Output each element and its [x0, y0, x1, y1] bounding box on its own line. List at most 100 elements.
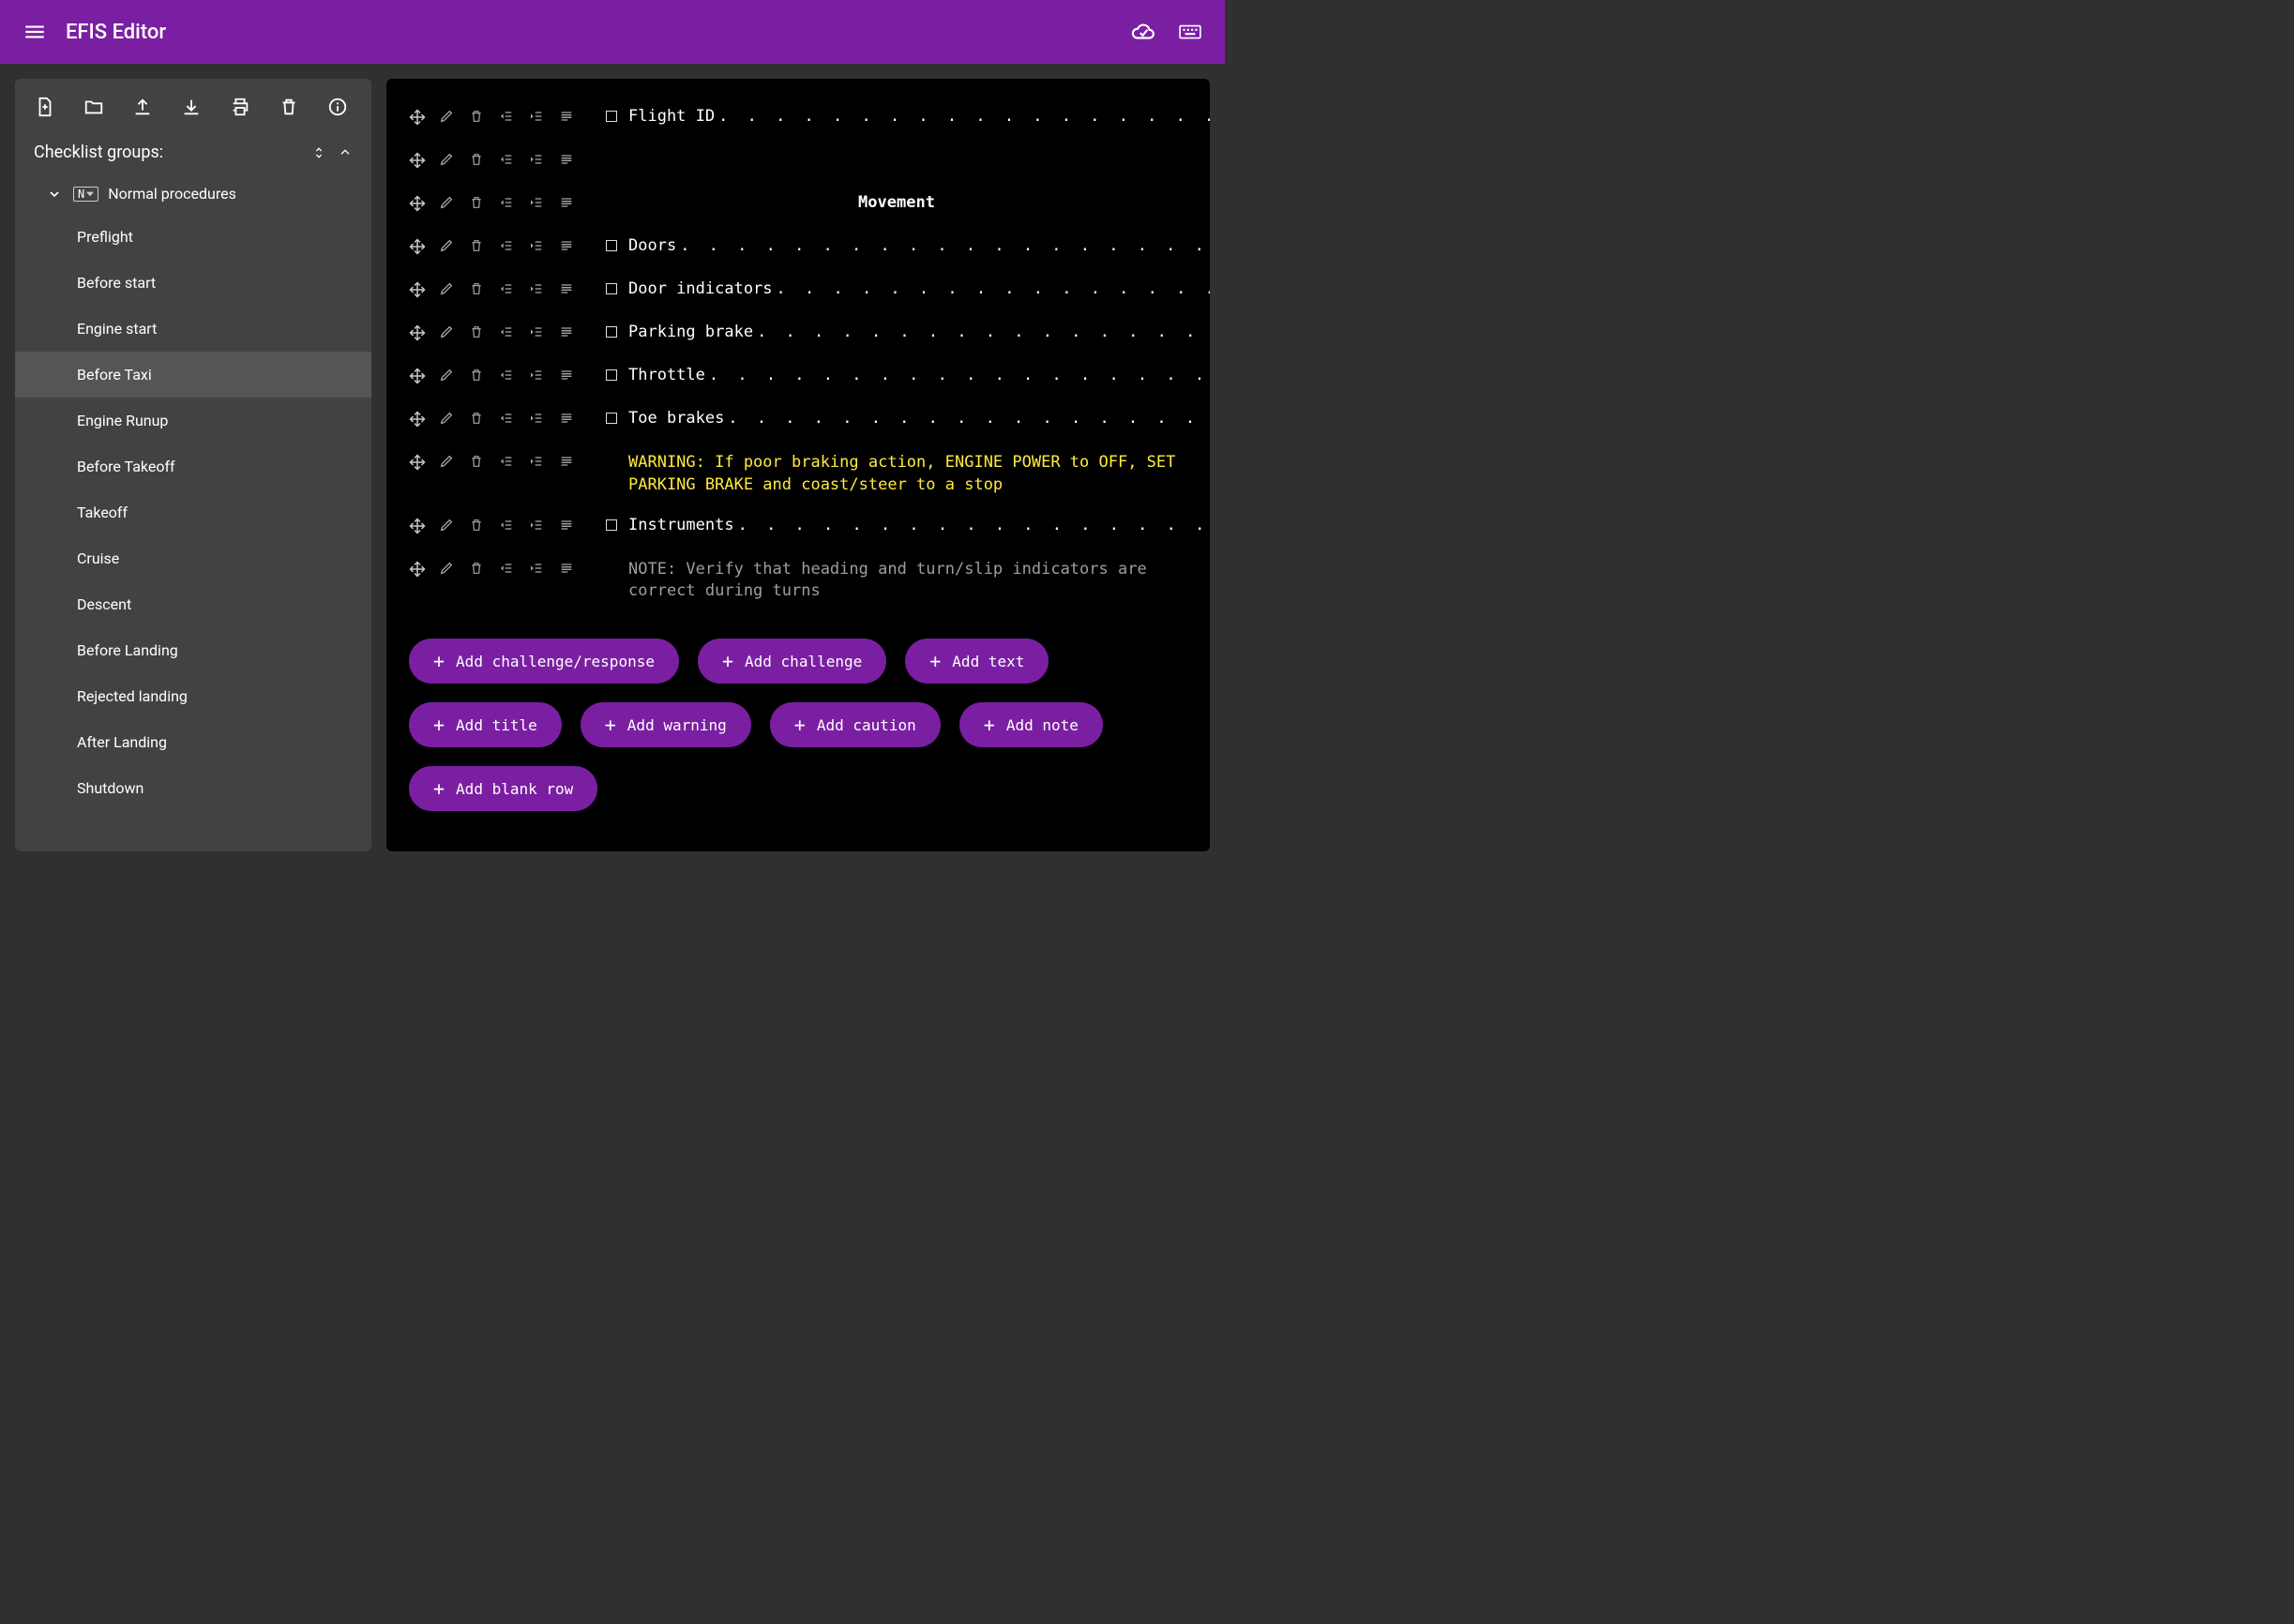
move-icon[interactable] — [409, 238, 426, 255]
sidebar-item[interactable]: Preflight — [15, 214, 371, 260]
indent-icon[interactable] — [529, 109, 546, 126]
new-file-icon[interactable] — [34, 96, 56, 118]
align-icon[interactable] — [559, 324, 576, 341]
delete-icon[interactable] — [469, 561, 486, 578]
add-note-button[interactable]: +Add note — [959, 702, 1103, 747]
edit-icon[interactable] — [439, 561, 456, 578]
move-icon[interactable] — [409, 518, 426, 534]
indent-icon[interactable] — [529, 152, 546, 169]
indent-icon[interactable] — [529, 368, 546, 384]
move-icon[interactable] — [409, 411, 426, 428]
move-icon[interactable] — [409, 281, 426, 298]
outdent-icon[interactable] — [499, 109, 516, 126]
outdent-icon[interactable] — [499, 238, 516, 255]
edit-icon[interactable] — [439, 238, 456, 255]
sidebar-item[interactable]: Engine start — [15, 306, 371, 352]
align-icon[interactable] — [559, 368, 576, 384]
sidebar-item[interactable]: Before start — [15, 260, 371, 306]
checkbox-icon[interactable] — [606, 413, 617, 424]
sidebar-item[interactable]: Before Landing — [15, 627, 371, 673]
align-icon[interactable] — [559, 454, 576, 471]
indent-icon[interactable] — [529, 561, 546, 578]
edit-icon[interactable] — [439, 368, 456, 384]
edit-icon[interactable] — [439, 109, 456, 126]
edit-icon[interactable] — [439, 454, 456, 471]
add-title-button[interactable]: +Add title — [409, 702, 562, 747]
checkbox-icon[interactable] — [606, 240, 617, 251]
outdent-icon[interactable] — [499, 561, 516, 578]
indent-icon[interactable] — [529, 324, 546, 341]
add-warning-button[interactable]: +Add warning — [581, 702, 751, 747]
checkbox-icon[interactable] — [606, 369, 617, 381]
indent-icon[interactable] — [529, 238, 546, 255]
align-icon[interactable] — [559, 281, 576, 298]
move-icon[interactable] — [409, 152, 426, 169]
checkbox-icon[interactable] — [606, 519, 617, 531]
keyboard-icon[interactable] — [1178, 20, 1202, 44]
edit-icon[interactable] — [439, 195, 456, 212]
align-icon[interactable] — [559, 152, 576, 169]
info-icon[interactable] — [326, 96, 349, 118]
align-icon[interactable] — [559, 109, 576, 126]
add-challenge-response-button[interactable]: +Add challenge/response — [409, 639, 679, 684]
open-folder-icon[interactable] — [83, 96, 105, 118]
delete-icon[interactable] — [469, 368, 486, 384]
sidebar-item[interactable]: Takeoff — [15, 489, 371, 535]
move-icon[interactable] — [409, 368, 426, 384]
sidebar-item[interactable]: After Landing — [15, 719, 371, 765]
indent-icon[interactable] — [529, 281, 546, 298]
outdent-icon[interactable] — [499, 324, 516, 341]
collapse-icon[interactable] — [338, 145, 353, 160]
align-icon[interactable] — [559, 195, 576, 212]
delete-icon[interactable] — [469, 238, 486, 255]
delete-icon[interactable] — [469, 411, 486, 428]
outdent-icon[interactable] — [499, 368, 516, 384]
sidebar-item[interactable]: Before Taxi — [15, 352, 371, 398]
delete-icon[interactable] — [469, 454, 486, 471]
move-icon[interactable] — [409, 195, 426, 212]
delete-icon[interactable] — [469, 324, 486, 341]
move-icon[interactable] — [409, 454, 426, 471]
sidebar-item[interactable]: Rejected landing — [15, 673, 371, 719]
sidebar-item[interactable]: Engine Runup — [15, 398, 371, 444]
upload-icon[interactable] — [131, 96, 154, 118]
indent-icon[interactable] — [529, 518, 546, 534]
add-text-button[interactable]: +Add text — [905, 639, 1049, 684]
sidebar-item[interactable]: Cruise — [15, 535, 371, 581]
align-icon[interactable] — [559, 411, 576, 428]
checkbox-icon[interactable] — [606, 326, 617, 338]
menu-icon[interactable] — [23, 20, 47, 44]
checkbox-icon[interactable] — [606, 111, 617, 122]
indent-icon[interactable] — [529, 195, 546, 212]
delete-icon[interactable] — [469, 518, 486, 534]
delete-icon[interactable] — [469, 195, 486, 212]
cloud-sync-icon[interactable] — [1131, 20, 1155, 44]
edit-icon[interactable] — [439, 518, 456, 534]
outdent-icon[interactable] — [499, 518, 516, 534]
indent-icon[interactable] — [529, 411, 546, 428]
add-challenge-button[interactable]: +Add challenge — [698, 639, 886, 684]
move-icon[interactable] — [409, 109, 426, 126]
sidebar-item[interactable]: Descent — [15, 581, 371, 627]
edit-icon[interactable] — [439, 281, 456, 298]
align-icon[interactable] — [559, 238, 576, 255]
outdent-icon[interactable] — [499, 411, 516, 428]
print-icon[interactable] — [229, 96, 251, 118]
outdent-icon[interactable] — [499, 195, 516, 212]
move-icon[interactable] — [409, 324, 426, 341]
outdent-icon[interactable] — [499, 454, 516, 471]
checkbox-icon[interactable] — [606, 283, 617, 294]
sort-icon[interactable] — [311, 145, 326, 160]
delete-icon[interactable] — [469, 109, 486, 126]
move-icon[interactable] — [409, 561, 426, 578]
sidebar-item[interactable]: Before Takeoff — [15, 444, 371, 489]
indent-icon[interactable] — [529, 454, 546, 471]
add-caution-button[interactable]: +Add caution — [770, 702, 941, 747]
delete-icon[interactable] — [469, 152, 486, 169]
delete-icon[interactable] — [469, 281, 486, 298]
edit-icon[interactable] — [439, 324, 456, 341]
edit-icon[interactable] — [439, 152, 456, 169]
align-icon[interactable] — [559, 561, 576, 578]
outdent-icon[interactable] — [499, 281, 516, 298]
delete-icon[interactable] — [278, 96, 300, 118]
